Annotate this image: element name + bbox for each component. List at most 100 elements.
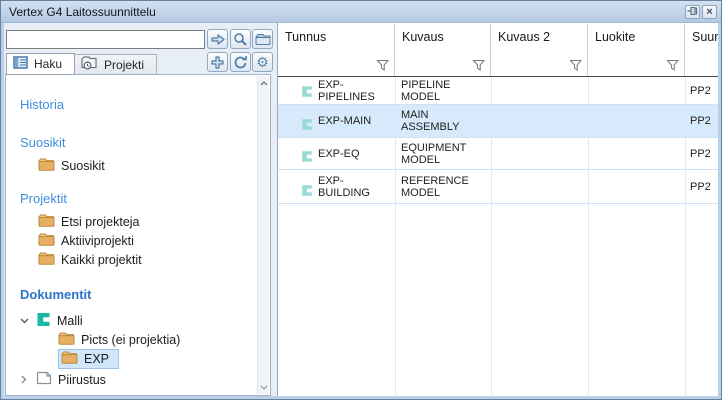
refresh-button[interactable] [230, 52, 251, 72]
tab-bar: Haku Projekti [6, 53, 157, 75]
folder-icon [58, 332, 75, 348]
tree-item-label: Malli [57, 314, 83, 328]
magnifier-icon [233, 32, 248, 47]
chevron-down-icon[interactable] [18, 318, 30, 324]
column-label: Kuvaus 2 [498, 30, 550, 44]
cell-kuvaus2 [491, 105, 588, 137]
folder-icon [61, 351, 78, 367]
tree-item-exp[interactable]: EXP [58, 349, 256, 368]
column-header-suur[interactable]: Suur [685, 24, 721, 76]
tree-scrollbar[interactable] [257, 76, 269, 394]
drawing-icon [36, 371, 52, 388]
app-window: Vertex G4 Laitossuunnittelu × [0, 0, 722, 400]
tree-section-projektit[interactable]: Projektit [20, 191, 256, 207]
tree-section-historia[interactable]: Historia [20, 97, 256, 113]
settings-button[interactable]: ⚙ [252, 52, 273, 72]
cell-kuvaus: MAIN ASSEMBLY [395, 105, 491, 137]
tree-item-picts[interactable]: Picts (ei projektia) [58, 330, 256, 349]
cell-kuvaus: REFERENCE MODEL [395, 170, 491, 203]
tree-item-label: Piirustus [58, 373, 106, 387]
tree-item-etsi-projekteja[interactable]: Etsi projekteja [38, 212, 256, 231]
pin-button[interactable] [685, 5, 700, 19]
tree-item-label: Picts (ei projektia) [81, 333, 180, 347]
cell-tunnus: EXP-BUILDING [318, 175, 395, 199]
column-label: Luokite [595, 30, 635, 44]
tree-item-label: Etsi projekteja [61, 215, 140, 229]
cell-kuvaus: PIPELINE MODEL [395, 77, 491, 104]
folder-icon [255, 33, 271, 46]
close-icon: × [706, 7, 712, 18]
cell-tunnus: EXP-MAIN [318, 115, 371, 127]
chevron-right-icon[interactable] [18, 375, 30, 384]
tree-panel: Historia Suosikit Suosikit Projektit Ets… [5, 74, 271, 396]
column-header-tunnus[interactable]: Tunnus [278, 24, 395, 76]
cell-luokite [588, 138, 685, 169]
folder-icon [38, 214, 55, 230]
column-header-kuvaus2[interactable]: Kuvaus 2 [491, 24, 588, 76]
table-header: Tunnus Kuvaus Kuvaus 2 Luokite Suur [278, 24, 721, 76]
table-row-selected[interactable]: EXP-MAIN MAIN ASSEMBLY PP2 [278, 105, 721, 138]
tab-label: Haku [34, 57, 62, 71]
cell-luokite [588, 105, 685, 137]
folder-icon [38, 233, 55, 249]
tree-item-suosikit[interactable]: Suosikit [38, 156, 256, 175]
cell-tunnus: EXP-EQ [318, 148, 360, 160]
tab-label: Projekti [104, 58, 144, 72]
cell-luokite [588, 170, 685, 203]
model-icon [301, 184, 313, 200]
open-folder-button[interactable] [252, 29, 273, 49]
filter-funnel-icon[interactable] [471, 59, 486, 73]
plus-icon [210, 55, 225, 70]
tree-selection: EXP [58, 349, 119, 369]
filter-funnel-icon[interactable] [665, 59, 680, 73]
model-icon [301, 150, 313, 166]
arrow-right-icon [210, 32, 226, 47]
window-title: Vertex G4 Laitossuunnittelu [1, 5, 156, 19]
column-label: Tunnus [285, 30, 326, 44]
table-body: EXP-PIPELINES PIPELINE MODEL PP2 EXP-MAI… [278, 77, 721, 399]
refresh-icon [233, 55, 248, 70]
cell-kuvaus2 [491, 77, 588, 104]
cell-luokite [588, 77, 685, 104]
tree-item-aktiiviprojekti[interactable]: Aktiiviprojekti [38, 231, 256, 250]
add-button[interactable] [207, 52, 228, 72]
cell-suur: PP2 [685, 138, 721, 169]
filter-funnel-icon[interactable] [568, 59, 583, 73]
search-input[interactable] [6, 30, 205, 49]
tree-item-label: Suosikit [61, 159, 105, 173]
column-label: Kuvaus [402, 30, 444, 44]
navigation-tree: Historia Suosikit Suosikit Projektit Ets… [6, 75, 256, 395]
table-row[interactable]: EXP-PIPELINES PIPELINE MODEL PP2 [278, 77, 721, 105]
scroll-up-icon[interactable] [258, 76, 270, 90]
model-icon [301, 118, 313, 134]
tree-section-suosikit[interactable]: Suosikit [20, 135, 256, 151]
tree-item-kaikki-projektit[interactable]: Kaikki projektit [38, 250, 256, 269]
tab-projekti[interactable]: Projekti [75, 54, 157, 75]
tab-haku[interactable]: Haku [6, 53, 75, 75]
column-header-kuvaus[interactable]: Kuvaus [395, 24, 491, 76]
column-header-luokite[interactable]: Luokite [588, 24, 685, 76]
close-button[interactable]: × [702, 5, 717, 19]
titlebar-buttons: × [683, 5, 717, 19]
tree-item-malli[interactable]: Malli [18, 311, 256, 330]
tree-item-label: Kaikki projektit [61, 253, 142, 267]
document-table-panel: Tunnus Kuvaus Kuvaus 2 Luokite Suur [277, 23, 721, 399]
cell-kuvaus: EQUIPMENT MODEL [395, 138, 491, 169]
model-icon [36, 312, 51, 330]
table-row[interactable]: EXP-EQ EQUIPMENT MODEL PP2 [278, 138, 721, 170]
titlebar: Vertex G4 Laitossuunnittelu × [1, 1, 721, 23]
scroll-down-icon[interactable] [258, 380, 270, 394]
left-panel: ⚙ Haku Projekti Historia Suosikit Suosik… [1, 23, 277, 399]
tree-section-dokumentit[interactable]: Dokumentit [20, 287, 256, 303]
tree-item-label: EXP [84, 352, 109, 366]
folder-icon [38, 158, 55, 174]
cell-kuvaus2 [491, 138, 588, 169]
search-button[interactable] [230, 29, 251, 49]
go-button[interactable] [207, 29, 228, 49]
model-icon [301, 85, 313, 101]
list-icon [13, 56, 28, 72]
filter-funnel-icon[interactable] [375, 59, 390, 73]
tree-item-piirustus[interactable]: Piirustus [18, 370, 256, 389]
cell-tunnus: EXP-PIPELINES [318, 79, 395, 103]
table-row[interactable]: EXP-BUILDING REFERENCE MODEL PP2 [278, 170, 721, 204]
